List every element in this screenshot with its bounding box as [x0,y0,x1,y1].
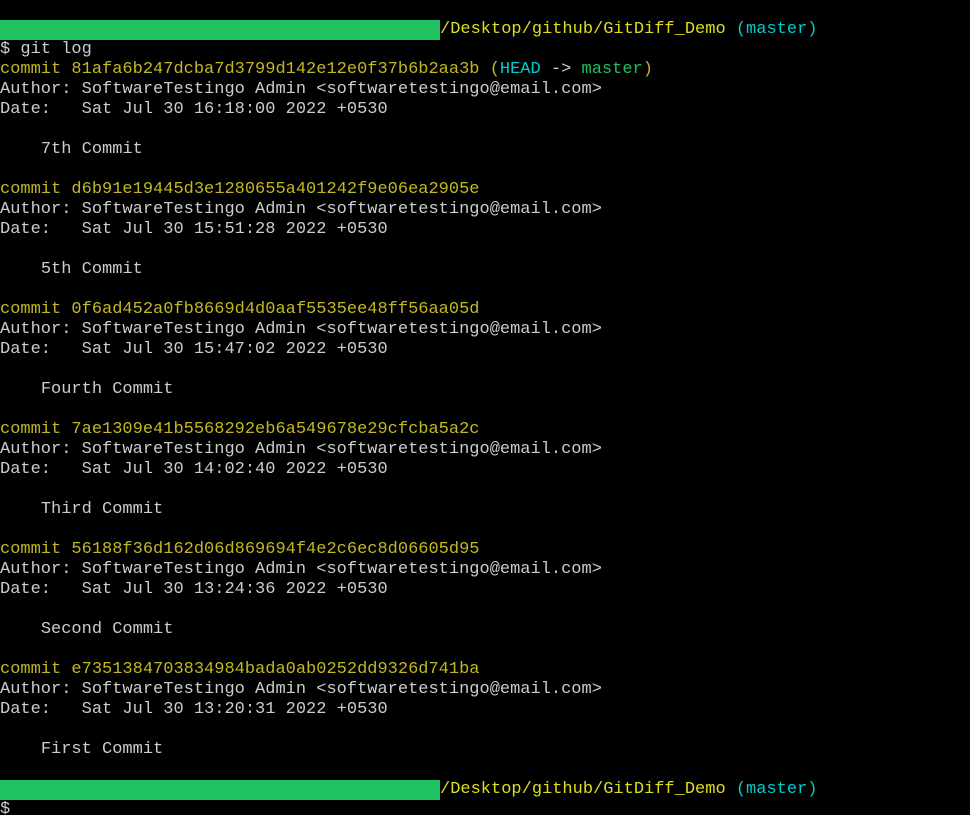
author-line: Author: SoftwareTestingo Admin <software… [0,80,602,99]
author-line: Author: SoftwareTestingo Admin <software… [0,320,602,339]
commit-message: First Commit [0,740,163,759]
commit-message: Second Commit [0,620,173,639]
prompt-path: /Desktop/github/GitDiff_Demo [440,780,726,799]
author-line: Author: SoftwareTestingo Admin <software… [0,560,602,579]
prompt-branch: (master) [736,780,818,799]
commit-line: commit 0f6ad452a0fb8669d4d0aaf5535ee48ff… [0,300,480,319]
terminal-window[interactable]: /Desktop/github/GitDiff_Demo (master) $ … [0,20,970,815]
author-line: Author: SoftwareTestingo Admin <software… [0,680,602,699]
commit-message: 7th Commit [0,140,143,159]
date-line: Date: Sat Jul 30 13:24:36 2022 +0530 [0,580,388,599]
prompt-symbol: $ [0,40,10,59]
commit-line: commit 81afa6b247dcba7d3799d142e12e0f37b… [0,60,653,79]
date-line: Date: Sat Jul 30 15:51:28 2022 +0530 [0,220,388,239]
commit-line: commit 7ae1309e41b5568292eb6a549678e29cf… [0,420,480,439]
commit-message: Third Commit [0,500,163,519]
prompt-branch: (master) [736,20,818,39]
date-line: Date: Sat Jul 30 13:20:31 2022 +0530 [0,700,388,719]
commit-message: 5th Commit [0,260,143,279]
prompt-path: /Desktop/github/GitDiff_Demo [440,20,726,39]
author-line: Author: SoftwareTestingo Admin <software… [0,440,602,459]
commit-message: Fourth Commit [0,380,173,399]
prompt-user-host-bar [0,780,440,800]
author-line: Author: SoftwareTestingo Admin <software… [0,200,602,219]
prompt-symbol[interactable]: $ [0,800,10,815]
command-text: git log [20,40,91,59]
prompt-user-host-bar [0,20,440,40]
date-line: Date: Sat Jul 30 16:18:00 2022 +0530 [0,100,388,119]
commit-line: commit e7351384703834984bada0ab0252dd932… [0,660,480,679]
commit-line: commit d6b91e19445d3e1280655a401242f9e06… [0,180,480,199]
commit-line: commit 56188f36d162d06d869694f4e2c6ec8d0… [0,540,480,559]
date-line: Date: Sat Jul 30 14:02:40 2022 +0530 [0,460,388,479]
date-line: Date: Sat Jul 30 15:47:02 2022 +0530 [0,340,388,359]
